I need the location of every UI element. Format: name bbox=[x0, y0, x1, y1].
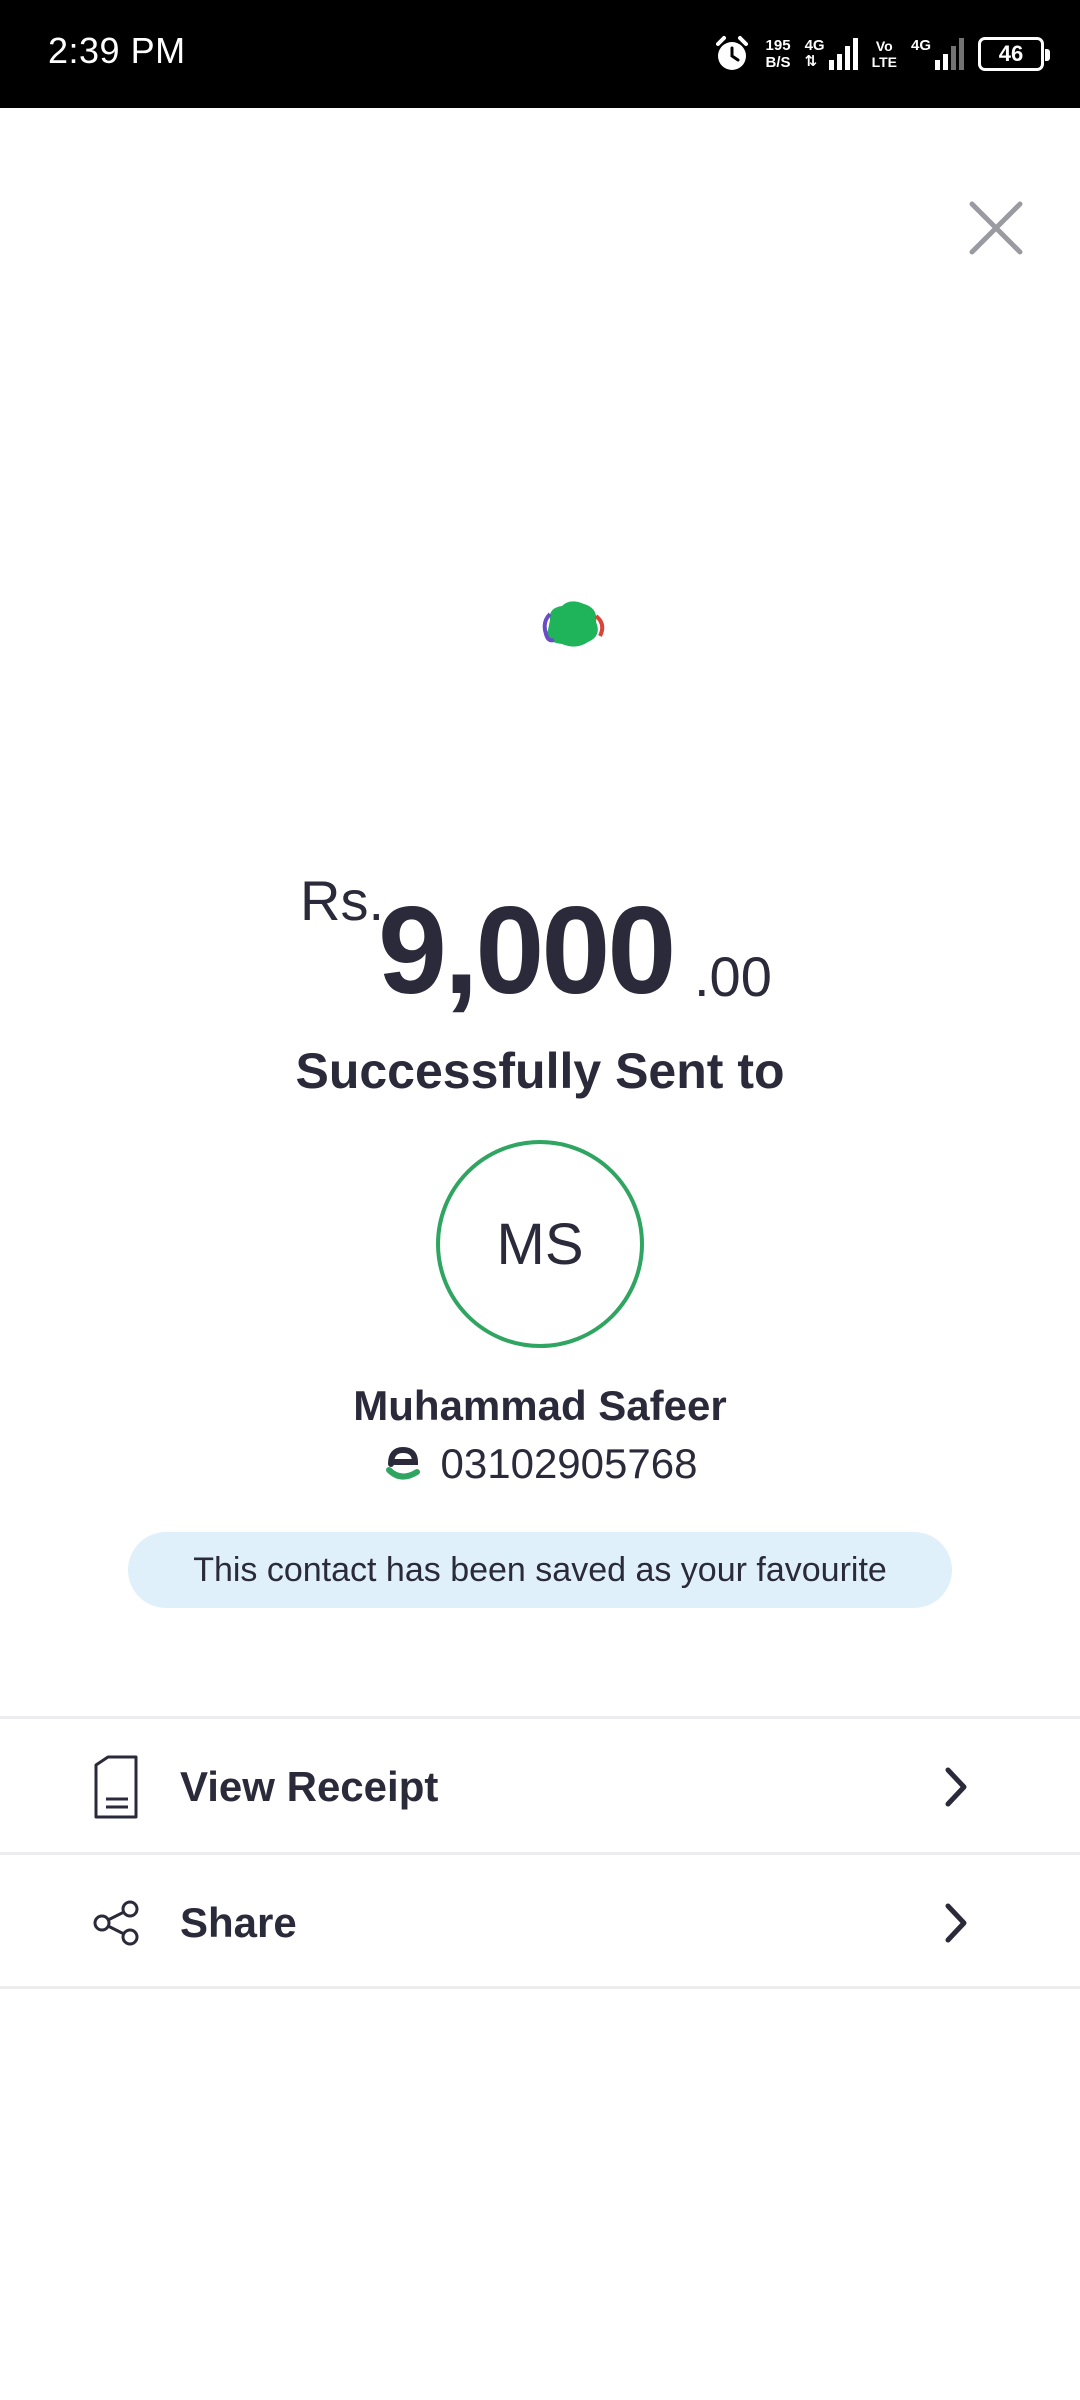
volte-top: Vo bbox=[875, 38, 893, 54]
status-time: 2:39 PM bbox=[48, 30, 186, 71]
success-message: Successfully Sent to bbox=[295, 1043, 785, 1099]
volte-bottom: LTE bbox=[871, 54, 897, 70]
close-icon[interactable] bbox=[962, 194, 1030, 262]
share-row[interactable]: Share bbox=[0, 1858, 1080, 1988]
net-speed-unit: B/S bbox=[765, 54, 791, 71]
network-1-label: 4G bbox=[804, 37, 825, 54]
battery-level: 46 bbox=[998, 41, 1024, 66]
signal-bars-icon bbox=[828, 38, 858, 70]
share-label: Share bbox=[180, 1899, 297, 1946]
status-bar: 2:39 PM 195 B/S 4G ⇅ Vo LTE 4G 46 bbox=[0, 0, 1080, 108]
amount: Rs. 9,000 .00 bbox=[0, 858, 1080, 1028]
divider bbox=[0, 1986, 1080, 1989]
view-receipt-label: View Receipt bbox=[180, 1763, 439, 1810]
battery-icon: 46 bbox=[978, 37, 1050, 71]
signal-1: 4G ⇅ bbox=[805, 38, 858, 70]
divider bbox=[0, 1716, 1080, 1719]
favourite-notice: This contact has been saved as your favo… bbox=[128, 1532, 952, 1608]
network-type-2: 4G bbox=[911, 38, 931, 70]
chevron-right-icon bbox=[945, 1767, 967, 1807]
success-animation-icon bbox=[542, 601, 605, 647]
signal-2: 4G bbox=[911, 38, 964, 70]
signal-bars-icon bbox=[935, 38, 964, 70]
amount-currency: Rs. bbox=[300, 869, 384, 932]
recipient-name: Muhammad Safeer bbox=[353, 1382, 727, 1429]
divider bbox=[0, 1852, 1080, 1855]
status-icons: 195 B/S 4G ⇅ Vo LTE 4G 46 bbox=[712, 30, 1050, 78]
amount-decimal: .00 bbox=[694, 945, 772, 1008]
favourite-notice-text: This contact has been saved as your favo… bbox=[193, 1550, 887, 1589]
network-type-1: 4G ⇅ bbox=[805, 38, 825, 70]
view-receipt-row[interactable]: View Receipt bbox=[0, 1722, 1080, 1852]
net-speed-value: 195 bbox=[765, 37, 791, 54]
avatar: MS bbox=[436, 1140, 644, 1348]
receipt-icon bbox=[94, 1755, 138, 1819]
share-icon bbox=[93, 1900, 139, 1946]
easypaisa-logo-icon bbox=[385, 1446, 420, 1480]
chevron-right-icon bbox=[945, 1903, 967, 1943]
alarm-icon bbox=[715, 36, 748, 70]
recipient-number: 03102905768 bbox=[440, 1440, 698, 1487]
recipient-number-row: 03102905768 bbox=[0, 1440, 1080, 1488]
avatar-initials: MS bbox=[496, 1211, 584, 1277]
volte-badge: Vo LTE bbox=[872, 38, 897, 70]
data-arrows-icon: ⇅ bbox=[804, 53, 818, 70]
network-2-label: 4G bbox=[910, 37, 931, 54]
net-speed: 195 B/S bbox=[766, 37, 791, 71]
amount-whole: 9,000 bbox=[378, 882, 676, 1020]
